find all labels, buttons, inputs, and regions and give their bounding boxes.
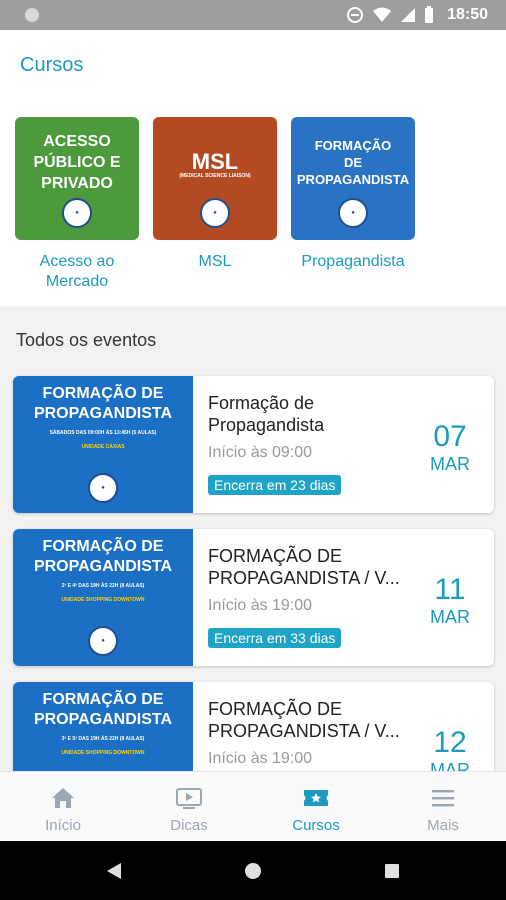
logo-badge-icon: ● <box>88 473 118 503</box>
event-title: FORMAÇÃO DE PROPAGANDISTA / V... <box>208 546 400 588</box>
course-thumb-title: ACESSO <box>43 133 111 150</box>
status-bar: 18:50 <box>0 0 506 30</box>
event-month: MAR <box>430 607 470 627</box>
course-thumbnail: ACESSO PÚBLICO E PRIVADO ● <box>15 117 139 240</box>
event-title: Formação de Propagandista <box>208 393 325 435</box>
course-thumb-title: MSL <box>191 149 239 174</box>
course-thumbnail: FORMAÇÃO DE PROPAGANDISTA ● <box>291 117 415 240</box>
course-thumb-title: DE <box>343 155 363 170</box>
event-thumb-schedule: 2ª E 4ª DAS 19H ÀS 22H (8 AULAS) <box>61 583 145 589</box>
battery-icon <box>425 6 433 23</box>
event-thumb-heading: FORMAÇÃO DE PROPAGANDISTA <box>33 538 173 575</box>
menu-icon <box>432 790 454 807</box>
nav-item-cursos[interactable]: Cursos <box>253 772 379 842</box>
ticket-star-icon <box>304 790 328 806</box>
event-thumb-heading: FORMAÇÃO DE PROPAGANDISTA <box>33 691 173 728</box>
event-thumbnail: FORMAÇÃO DE PROPAGANDISTA SÁBADOS DAS 09… <box>13 376 193 513</box>
nav-label: Dicas <box>170 817 208 834</box>
signal-icon <box>401 8 415 22</box>
wifi-icon <box>373 7 391 22</box>
event-card[interactable]: FORMAÇÃO DE PROPAGANDISTA 2ª E 4ª DAS 19… <box>13 529 494 666</box>
event-start-time: Início às 19:00 <box>208 750 313 767</box>
events-title: Todos os eventos <box>16 330 157 350</box>
notification-dot-icon <box>25 8 39 22</box>
course-thumb-title: PRIVADO <box>41 175 113 192</box>
nav-label: Cursos <box>292 817 340 834</box>
nav-item-inicio[interactable]: Início <box>0 772 126 842</box>
event-card[interactable]: FORMAÇÃO DE PROPAGANDISTA SÁBADOS DAS 09… <box>13 376 494 513</box>
logo-badge-icon: ● <box>62 198 92 228</box>
home-button[interactable] <box>223 841 283 900</box>
course-thumb-title: PÚBLICO E <box>33 154 121 171</box>
event-title: FORMAÇÃO DE PROPAGANDISTA / V... <box>208 699 400 741</box>
event-thumb-unit: UNIDADE CAXIAS <box>81 444 125 450</box>
back-triangle-icon <box>107 862 121 879</box>
course-card-propagandista[interactable]: FORMAÇÃO DE PROPAGANDISTA ● Propagandist… <box>291 117 415 272</box>
back-button[interactable] <box>84 841 144 900</box>
event-thumb-schedule: 3ª E 5ª DAS 19H ÀS 22H (8 AULAS) <box>61 736 145 742</box>
recents-button[interactable] <box>362 841 422 900</box>
bottom-navigation: Início Dicas Cursos Mais <box>0 771 506 841</box>
tv-play-icon <box>176 788 202 809</box>
nav-label: Mais <box>427 817 459 834</box>
courses-section: Cursos ACESSO PÚBLICO E PRIVADO ● Acesso… <box>0 30 506 306</box>
event-day: 12 <box>433 726 467 759</box>
home-circle-icon <box>245 862 261 879</box>
event-ends-badge: Encerra em 23 dias <box>208 475 342 495</box>
event-thumb-schedule: SÁBADOS DAS 09:00H ÀS 13:45H (5 AULAS) <box>49 430 157 436</box>
logo-badge-icon: ● <box>338 198 368 228</box>
courses-title: Cursos <box>20 54 84 76</box>
event-start-time: Início às 19:00 <box>208 597 313 614</box>
nav-item-dicas[interactable]: Dicas <box>126 772 252 842</box>
course-thumbnail: MSL (MEDICAL SCIENCE LIAISON) ● <box>153 117 277 240</box>
system-navigation-bar <box>0 841 506 900</box>
recents-square-icon <box>385 863 399 878</box>
event-ends-badge: Encerra em 33 dias <box>208 628 342 648</box>
home-icon <box>52 788 74 808</box>
event-thumb-unit: UNIDADE SHOPPING DOWNTOWN <box>61 750 145 756</box>
course-card-acesso[interactable]: ACESSO PÚBLICO E PRIVADO ● Acesso ao Mer… <box>15 117 139 292</box>
event-thumbnail: FORMAÇÃO DE PROPAGANDISTA 2ª E 4ª DAS 19… <box>13 529 193 666</box>
do-not-disturb-icon <box>347 7 363 23</box>
nav-item-mais[interactable]: Mais <box>380 772 506 842</box>
event-day: 11 <box>434 573 466 606</box>
event-day: 07 <box>433 420 467 453</box>
nav-label: Início <box>45 817 81 834</box>
event-thumb-heading: FORMAÇÃO DE PROPAGANDISTA <box>33 385 173 422</box>
course-label: MSL <box>198 253 232 270</box>
event-month: MAR <box>430 454 470 474</box>
course-thumb-title: FORMAÇÃO <box>314 138 392 153</box>
event-start-time: Início às 09:00 <box>208 444 313 461</box>
event-thumb-unit: UNIDADE SHOPPING DOWNTOWN <box>61 597 145 603</box>
course-thumb-subtitle: (MEDICAL SCIENCE LIAISON) <box>179 173 251 179</box>
course-card-msl[interactable]: MSL (MEDICAL SCIENCE LIAISON) ● MSL <box>153 117 277 272</box>
course-label: Acesso ao Mercado <box>39 253 115 290</box>
logo-badge-icon: ● <box>88 626 118 656</box>
course-thumb-title: PROPAGANDISTA <box>296 172 410 187</box>
logo-badge-icon: ● <box>200 198 230 228</box>
status-time: 18:50 <box>447 6 488 23</box>
course-label: Propagandista <box>301 253 405 270</box>
